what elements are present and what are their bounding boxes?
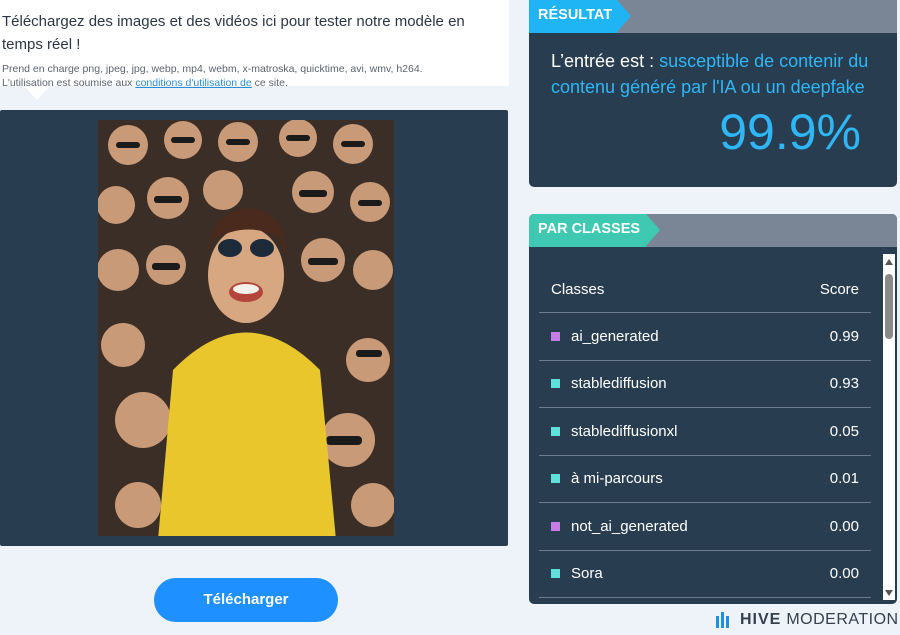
- class-name: Sora: [571, 565, 603, 583]
- classes-header: PAR CLASSES: [529, 214, 897, 247]
- class-score: 0.00: [829, 517, 859, 535]
- intro-heading: Téléchargez des images et des vidéos ici…: [2, 13, 465, 53]
- media-preview: [0, 110, 508, 546]
- class-color-swatch: [551, 569, 560, 579]
- formats-text: Prend en charge png, jpeg, jpg, webp, mp…: [2, 63, 423, 75]
- class-row: ai_generated 0.99: [539, 313, 871, 361]
- upload-button[interactable]: Télécharger: [154, 578, 338, 622]
- class-name: ai_generated: [571, 327, 659, 345]
- scroll-up-arrow-icon[interactable]: [885, 259, 893, 265]
- terms-link[interactable]: conditions d'utilisation de: [135, 77, 251, 89]
- classes-table-header: Classes Score: [539, 267, 871, 313]
- result-text: L’entrée est : susceptible de contenir d…: [551, 48, 881, 100]
- terms-suffix: ce site.: [251, 77, 288, 89]
- class-name: stablediffusionxl: [571, 422, 678, 440]
- result-percent: 99.9%: [719, 104, 861, 160]
- class-color-swatch: [551, 331, 560, 341]
- result-card: RÉSULTAT L’entrée est : susceptible de c…: [529, 0, 897, 187]
- class-row: stablediffusionxl 0.05: [539, 408, 871, 456]
- intro-pointer: [24, 86, 50, 100]
- class-color-swatch: [551, 379, 560, 389]
- class-score: 0.99: [829, 327, 859, 345]
- class-rows: ai_generated 0.99 stablediffusion 0.93 stabl…: [539, 313, 871, 598]
- col-score: Score: [819, 281, 859, 298]
- hive-logo-icon: [716, 612, 732, 628]
- class-row: Sora 0.00: [539, 551, 871, 598]
- upload-intro: Téléchargez des images et des vidéos ici…: [0, 0, 509, 89]
- classes-card: PAR CLASSES Classes Score ai_generated 0.…: [529, 214, 897, 604]
- classes-table: Classes Score ai_generated 0.99 stablediff…: [539, 267, 871, 598]
- class-score: 0.00: [829, 565, 859, 583]
- classes-tag: PAR CLASSES: [529, 214, 660, 247]
- classes-scrollbar[interactable]: [883, 254, 895, 600]
- class-score: 0.93: [829, 375, 859, 393]
- class-score: 0.01: [829, 470, 859, 488]
- class-color-swatch: [551, 474, 560, 484]
- class-name: à mi-parcours: [571, 470, 663, 488]
- uploaded-image: [98, 120, 394, 536]
- class-row: stablediffusion 0.93: [539, 361, 871, 408]
- scroll-thumb[interactable]: [885, 274, 893, 339]
- class-name: stablediffusion: [571, 375, 667, 393]
- class-name: not_ai_generated: [571, 517, 688, 535]
- hive-moderation-logo: HIVE MODERATION: [716, 611, 899, 629]
- brand-hive: HIVE: [740, 611, 782, 628]
- terms-prefix: L'utilisation est soumise aux: [2, 77, 136, 89]
- scroll-down-arrow-icon[interactable]: [885, 590, 893, 596]
- brand-moderation: MODERATION: [786, 611, 899, 628]
- col-classes: Classes: [551, 281, 605, 298]
- supported-formats: Prend en charge png, jpeg, jpg, webp, mp…: [2, 62, 509, 90]
- class-row: à mi-parcours 0.01: [539, 456, 871, 503]
- class-color-swatch: [551, 521, 560, 531]
- class-color-swatch: [551, 426, 560, 436]
- result-header: RÉSULTAT: [529, 0, 897, 33]
- result-prefix: L’entrée est :: [551, 51, 660, 71]
- result-tag: RÉSULTAT: [529, 0, 631, 33]
- class-score: 0.05: [829, 422, 859, 440]
- class-row: not_ai_generated 0.00: [539, 503, 871, 551]
